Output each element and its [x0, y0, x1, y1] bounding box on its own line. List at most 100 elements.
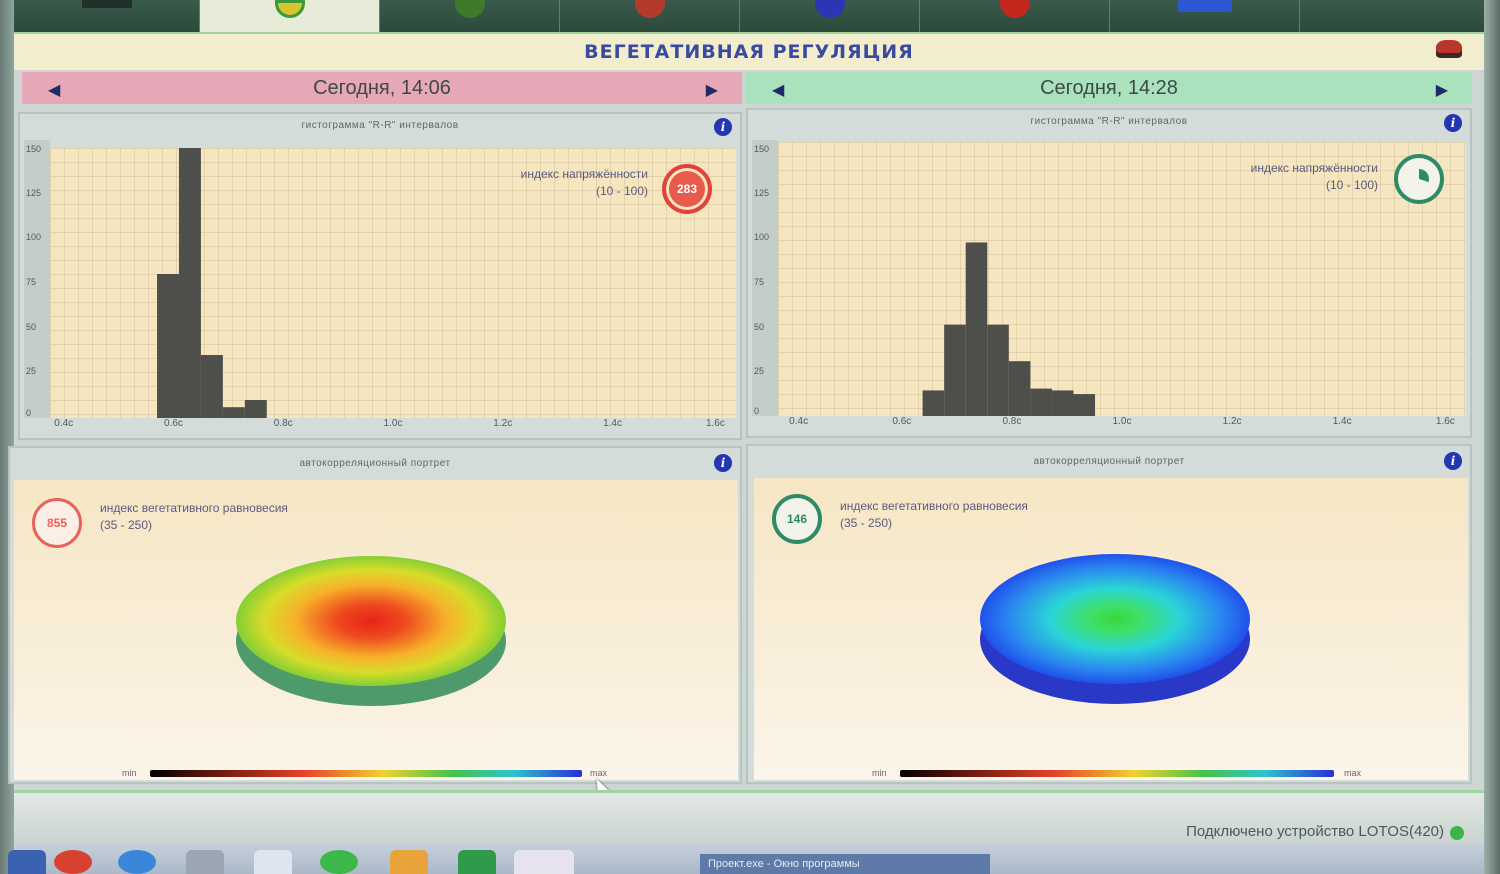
y-tick-label: 100: [754, 232, 770, 242]
x-tick-label: 0.8c: [1002, 416, 1022, 427]
portrait-ellipse: [236, 556, 506, 686]
right-session-date: Сегодня, 14:28: [1040, 76, 1178, 99]
x-axis: 0.4c 0.6c 0.8c 1.0c 1.2c 1.4c 1.6c: [50, 418, 736, 438]
panel-title: автокорреляционный портрет: [299, 457, 451, 469]
stress-index-badge: [1394, 154, 1444, 204]
balance-index-range: (35 - 250): [840, 516, 893, 530]
x-tick-label: 0.8c: [273, 418, 293, 429]
histogram-plot: индекс напряжённости (10 - 100): [778, 142, 1466, 416]
x-tick-label: 0.6c: [892, 416, 912, 427]
monitor-bezel-right: [1484, 0, 1500, 874]
x-tick-label: 0.6c: [164, 418, 183, 429]
y-tick-label: 75: [26, 277, 37, 287]
chrome-icon[interactable]: [54, 850, 92, 874]
right-portrait-panel: автокорреляционный портрет i 146 индекс …: [746, 444, 1472, 784]
y-tick-label: 50: [754, 322, 765, 332]
autocorrelation-portrait: 855 индекс вегетативного равновесия (35 …: [14, 480, 738, 780]
histogram-bar: [157, 274, 179, 418]
active-app-icon[interactable]: [514, 850, 574, 874]
left-histogram-panel: гистограмма "R-R" интервалов i 150 125 1…: [18, 112, 742, 440]
toolbar-tab-settings[interactable]: [1110, 0, 1300, 32]
histogram-bar: [922, 390, 945, 416]
histogram-bar: [1030, 388, 1052, 416]
explorer-icon[interactable]: [186, 850, 224, 874]
gauge-icon: [1409, 169, 1429, 189]
toolbar-tab-globe[interactable]: [740, 0, 920, 32]
page-title: ВЕГЕТАТИВНАЯ РЕГУЛЯЦИЯ: [584, 41, 914, 63]
toolbar-tab-home[interactable]: [14, 0, 200, 32]
next-arrow-icon[interactable]: ▶: [1436, 80, 1448, 100]
toolbar-tab-chart[interactable]: [560, 0, 740, 32]
stop-icon: [999, 0, 1030, 18]
histogram-bar: [200, 355, 223, 418]
group-icon: [454, 0, 485, 18]
x-tick-label: 1.4c: [603, 418, 622, 429]
balance-index-title: индекс вегетативного равновесия: [100, 501, 288, 515]
page-header: ВЕГЕТАТИВНАЯ РЕГУЛЯЦИЯ: [14, 34, 1484, 70]
y-axis: 150 125 100 75 50 25 0: [752, 140, 778, 416]
next-arrow-icon[interactable]: ▶: [706, 80, 718, 100]
app-icon[interactable]: [254, 850, 292, 874]
balance-index-badge: 855: [32, 498, 82, 548]
toolbar-tab-stop[interactable]: [920, 0, 1110, 32]
prev-arrow-icon[interactable]: ◀: [772, 80, 784, 100]
y-tick-label: 0: [26, 408, 32, 418]
x-tick-label: 1.2c: [493, 418, 513, 429]
colorbar: [900, 770, 1334, 777]
colorbar: [150, 770, 582, 777]
taskbar-window-button[interactable]: Проект.exe - Окно программы: [700, 854, 990, 874]
info-icon[interactable]: i: [714, 118, 732, 136]
x-tick-label: 0.4c: [789, 416, 809, 427]
y-tick-label: 25: [26, 366, 37, 376]
balance-index-label: индекс вегетативного равновесия (35 - 25…: [100, 500, 288, 534]
main-toolbar: [14, 0, 1484, 34]
heart-rate-icon: [274, 0, 305, 18]
stress-index-label: индекс напряжённости (10 - 100): [1251, 160, 1378, 194]
info-icon[interactable]: i: [714, 454, 732, 472]
right-histogram-panel: гистограмма "R-R" интервалов i 150 125 1…: [746, 108, 1472, 438]
info-icon[interactable]: i: [1444, 452, 1462, 470]
histogram-plot: индекс напряжённости (10 - 100) 283: [50, 148, 736, 418]
left-session-date: Сегодня, 14:06: [313, 76, 451, 99]
stress-index-label: индекс напряжённости (10 - 100): [521, 166, 648, 200]
internet-explorer-icon[interactable]: [118, 850, 156, 874]
y-tick-label: 0: [754, 406, 760, 416]
left-session-date-bar: ◀ Сегодня, 14:06 ▶: [22, 72, 742, 104]
x-tick-label: 1.6c: [1435, 416, 1455, 427]
info-icon[interactable]: i: [1444, 114, 1462, 132]
y-axis: 150 125 100 75 50 25 0: [24, 140, 50, 418]
app-icon[interactable]: [390, 850, 428, 874]
y-tick-label: 25: [754, 366, 765, 376]
monitor-icon: [81, 0, 132, 8]
stress-index-title: индекс напряжённости: [520, 167, 648, 181]
x-axis: 0.4c 0.6c 0.8c 1.0c 1.2c 1.4c 1.6c: [778, 416, 1466, 436]
right-session-date-bar: ◀ Сегодня, 14:28 ▶: [746, 72, 1472, 104]
toolbar-tab-extra[interactable]: [1300, 0, 1484, 32]
histogram-bar: [1051, 390, 1074, 416]
excel-icon[interactable]: [458, 850, 496, 874]
x-tick-label: 1.0c: [383, 418, 403, 429]
balance-index-label: индекс вегетативного равновесия (35 - 25…: [840, 498, 1028, 532]
connection-status: Подключено устройство LOTOS(420): [1186, 823, 1444, 840]
x-tick-label: 1.4c: [1332, 416, 1352, 427]
panel-title: автокорреляционный портрет: [1033, 455, 1185, 467]
stress-index-range: (10 - 100): [595, 184, 648, 198]
colorbar-min-label: min: [872, 768, 887, 778]
x-tick-label: 1.2c: [1222, 416, 1242, 427]
toolbar-tab-group[interactable]: [380, 0, 560, 32]
histogram-bar: [965, 242, 988, 416]
globe-icon: [814, 0, 845, 18]
prev-arrow-icon[interactable]: ◀: [48, 80, 60, 100]
y-tick-label: 100: [26, 232, 42, 242]
y-tick-label: 150: [754, 144, 770, 154]
stress-index-range: (10 - 100): [1325, 178, 1378, 192]
stress-index-badge: 283: [662, 164, 712, 214]
colorbar-max-label: max: [1344, 768, 1362, 778]
toolbar-tab-heart-rate[interactable]: [200, 0, 380, 32]
app-icon[interactable]: [320, 850, 358, 874]
book-icon[interactable]: [1436, 40, 1462, 58]
histogram-bar: [987, 324, 1009, 416]
x-tick-label: 1.6c: [705, 418, 725, 429]
start-button-icon[interactable]: [8, 850, 46, 874]
balance-index-range: (35 - 250): [100, 518, 153, 532]
